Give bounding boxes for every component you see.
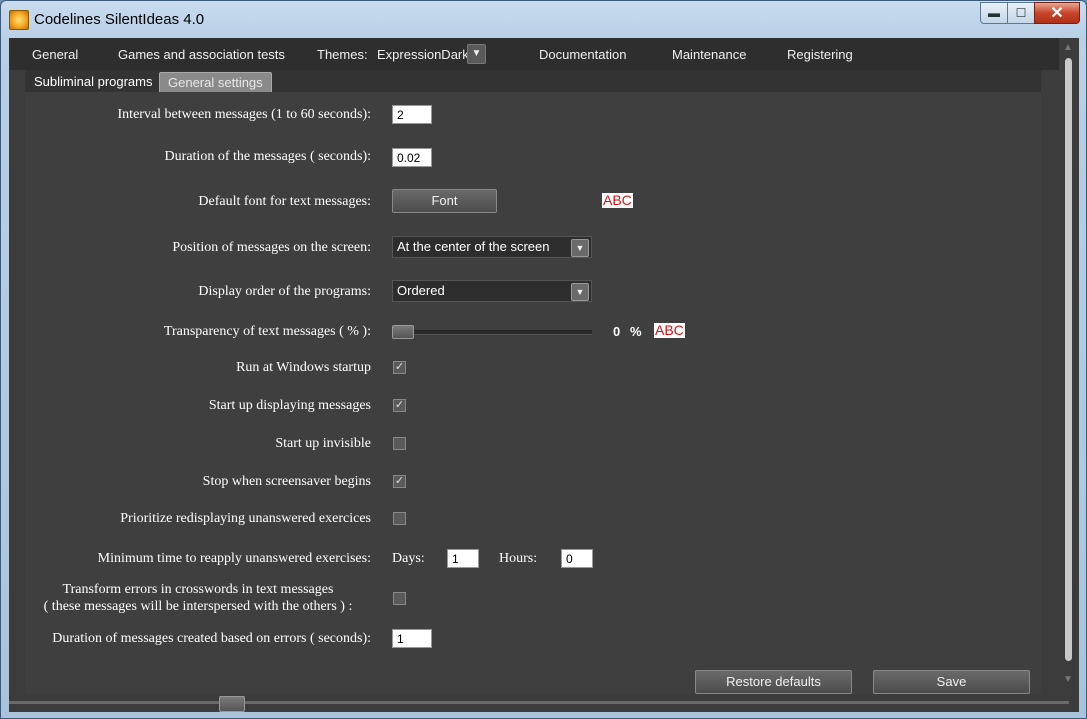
duration-input[interactable]: 0.02 [392, 148, 432, 167]
window-title: Codelines SilentIdeas 4.0 [34, 11, 205, 28]
transparency-slider-track[interactable] [392, 330, 592, 335]
hours-input[interactable]: 0 [561, 549, 593, 568]
vertical-scrollbar[interactable]: ▲ ▼ [1061, 38, 1077, 693]
font-button[interactable]: Font [392, 189, 497, 213]
settings-panel: Interval between messages (1 to 60 secon… [25, 92, 1041, 694]
app-icon [9, 10, 29, 30]
order-select-value: Ordered [397, 283, 445, 298]
transparency-preview: ABC [654, 322, 685, 338]
font-preview: ABC [602, 192, 633, 208]
window-controls: ▬ ☐ ✕ [980, 2, 1080, 28]
transform-label-line1: Transform errors in crosswords in text m… [62, 582, 334, 597]
min-time-label: Minimum time to reapply unanswered exerc… [97, 551, 371, 566]
horizontal-scrollbar[interactable] [9, 694, 1077, 712]
theme-select-value[interactable]: ExpressionDark [377, 47, 469, 62]
menu-documentation[interactable]: Documentation [539, 47, 626, 62]
position-select[interactable]: At the center of the screen ▼ [392, 236, 592, 258]
maximize-icon: ☐ [1015, 6, 1027, 20]
sub-tab-bar: Subliminal programs General settings [25, 70, 1041, 93]
transform-label-line2: ( these messages will be interspersed wi… [43, 599, 353, 614]
days-input[interactable]: 1 [447, 549, 479, 568]
prioritize-label: Prioritize redisplaying unanswered exerc… [120, 511, 371, 526]
font-label: Default font for text messages: [198, 194, 371, 209]
menu-bar: General Games and association tests Them… [9, 38, 1059, 70]
start-displaying-label: Start up displaying messages [208, 398, 371, 413]
duration-label: Duration of the messages ( seconds): [164, 149, 371, 164]
interval-input[interactable]: 2 [392, 105, 432, 124]
scroll-up-icon[interactable]: ▲ [1063, 42, 1073, 53]
menu-games[interactable]: Games and association tests [118, 47, 285, 62]
tab-general-settings[interactable]: General settings [159, 72, 272, 93]
close-icon: ✕ [1050, 5, 1064, 22]
transform-label: Transform errors in crosswords in text m… [25, 581, 371, 615]
transparency-value: 0 [613, 324, 621, 339]
errors-duration-input[interactable]: 1 [392, 629, 432, 648]
theme-dropdown-button[interactable]: ▼ [467, 44, 486, 64]
client-area: General Games and association tests Them… [9, 38, 1079, 712]
order-select[interactable]: Ordered ▼ [392, 280, 592, 302]
start-invisible-checkbox[interactable] [393, 437, 406, 450]
transform-checkbox[interactable] [393, 592, 406, 605]
errors-duration-label: Duration of messages created based on er… [52, 631, 371, 646]
tab-subliminal-programs[interactable]: Subliminal programs [26, 72, 161, 91]
menu-registering[interactable]: Registering [787, 47, 853, 62]
minimize-button[interactable]: ▬ [980, 2, 1007, 24]
title-bar[interactable]: Codelines SilentIdeas 4.0 ▬ ☐ ✕ [1, 1, 1086, 37]
save-button[interactable]: Save [873, 670, 1030, 694]
transparency-unit: % [630, 324, 642, 339]
transparency-label: Transparency of text messages ( % ): [163, 324, 371, 339]
menu-maintenance[interactable]: Maintenance [672, 47, 746, 62]
prioritize-checkbox[interactable] [393, 512, 406, 525]
menu-general[interactable]: General [32, 47, 78, 62]
start-invisible-label: Start up invisible [275, 436, 371, 451]
chevron-down-icon: ▼ [471, 48, 482, 59]
days-label: Days: [392, 551, 425, 566]
horizontal-scroll-thumb[interactable] [219, 696, 245, 712]
maximize-button[interactable]: ☐ [1007, 2, 1034, 24]
interval-label: Interval between messages (1 to 60 secon… [117, 107, 371, 122]
order-label: Display order of the programs: [198, 284, 371, 299]
scroll-down-icon[interactable]: ▼ [1063, 674, 1073, 685]
hours-label: Hours: [499, 551, 538, 566]
run-startup-label: Run at Windows startup [236, 360, 371, 375]
menu-themes-label: Themes: [317, 47, 368, 62]
vertical-scroll-thumb[interactable] [1065, 58, 1072, 661]
chevron-down-icon: ▼ [571, 239, 589, 257]
stop-screensaver-checkbox[interactable]: ✓ [393, 475, 406, 488]
stop-screensaver-label: Stop when screensaver begins [202, 474, 371, 489]
chevron-down-icon: ▼ [571, 283, 589, 301]
run-startup-checkbox[interactable]: ✓ [393, 361, 406, 374]
position-label: Position of messages on the screen: [172, 240, 371, 255]
minimize-icon: ▬ [988, 6, 1000, 20]
position-select-value: At the center of the screen [397, 239, 550, 254]
close-button[interactable]: ✕ [1034, 2, 1080, 24]
horizontal-scroll-track[interactable] [9, 701, 1069, 704]
restore-defaults-button[interactable]: Restore defaults [695, 670, 852, 694]
transparency-slider-thumb[interactable] [392, 325, 414, 339]
app-window: Codelines SilentIdeas 4.0 ▬ ☐ ✕ General … [0, 0, 1087, 719]
start-displaying-checkbox[interactable]: ✓ [393, 399, 406, 412]
